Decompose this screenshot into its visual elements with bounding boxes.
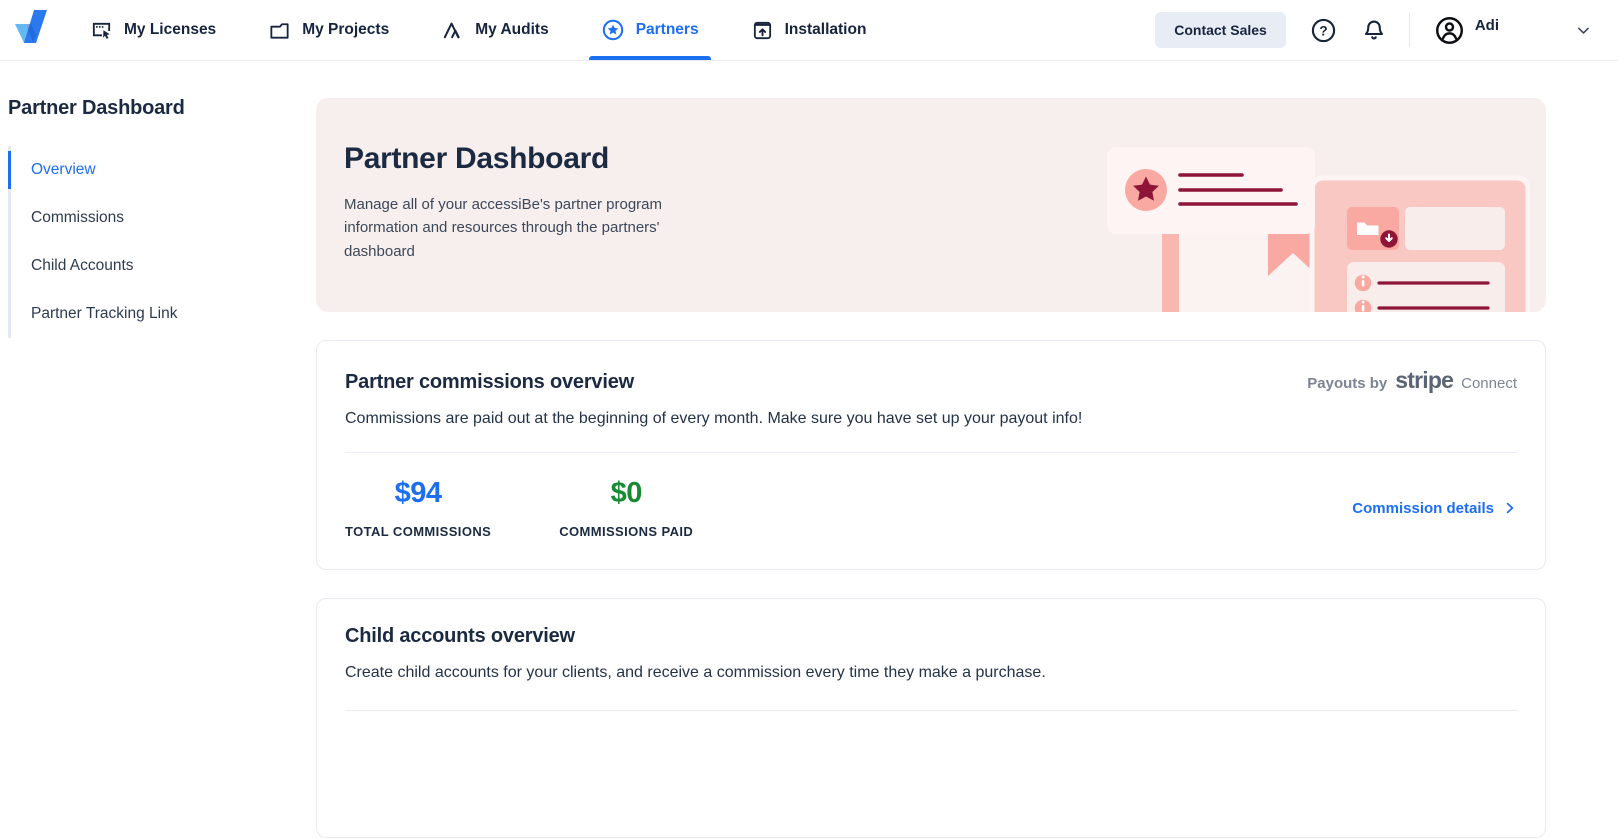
page-title: Partner Dashboard [344, 142, 694, 176]
partner-sidebar: Partner Dashboard Overview Commissions C… [0, 61, 316, 338]
main-content: Partner Dashboard Manage all of your acc… [316, 61, 1546, 838]
commissions-paid-label: COMMISSIONS PAID [559, 524, 693, 539]
nav-my-audits[interactable]: My Audits [437, 0, 552, 60]
help-button[interactable]: ? [1310, 17, 1337, 44]
folder-icon [268, 19, 291, 42]
sidebar-item-partner-tracking-link[interactable]: Partner Tracking Link [11, 290, 316, 338]
card-divider [345, 452, 1517, 453]
notifications-button[interactable] [1361, 17, 1387, 43]
account-chevron[interactable] [1575, 22, 1592, 39]
commission-details-link[interactable]: Commission details [1352, 500, 1517, 517]
nav-label: My Licenses [124, 21, 216, 39]
total-commissions-value: $94 [345, 477, 491, 510]
nav-label: Partners [636, 21, 699, 39]
header-right-cluster: Contact Sales ? Adi [1155, 12, 1618, 48]
accessibe-logo[interactable] [12, 7, 60, 53]
user-avatar-icon [1434, 15, 1465, 46]
page-description: Manage all of your accessiBe's partner p… [344, 193, 694, 263]
contact-sales-button[interactable]: Contact Sales [1155, 12, 1286, 48]
hero-text: Partner Dashboard Manage all of your acc… [344, 142, 694, 263]
commissions-overview-card: Partner commissions overview Payouts by … [316, 340, 1546, 570]
sidebar-nav: Overview Commissions Child Accounts Part… [8, 146, 316, 338]
accessibe-logo-icon [12, 8, 56, 52]
commissions-paid-stat: $0 COMMISSIONS PAID [559, 477, 693, 539]
card-divider [345, 710, 1517, 711]
stripe-payouts-badge: Payouts by stripe Connect [1307, 367, 1517, 394]
total-commissions-label: TOTAL COMMISSIONS [345, 524, 491, 539]
child-accounts-overview-card: Child accounts overview Create child acc… [316, 598, 1546, 838]
nav-my-projects[interactable]: My Projects [264, 0, 393, 60]
user-menu[interactable]: Adi [1434, 15, 1499, 46]
commissions-card-subtitle: Commissions are paid out at the beginnin… [345, 410, 1517, 428]
sidebar-title: Partner Dashboard [8, 97, 316, 120]
commissions-card-title: Partner commissions overview [345, 371, 634, 394]
nav-label: My Projects [302, 21, 389, 39]
user-name: Adi [1475, 17, 1499, 34]
payouts-by-label: Payouts by [1307, 375, 1387, 392]
partner-illustration [1100, 98, 1530, 312]
stripe-wordmark: stripe [1395, 367, 1453, 394]
nav-installation[interactable]: Installation [747, 0, 871, 60]
connect-label: Connect [1461, 375, 1517, 392]
license-window-icon [90, 19, 113, 42]
chevron-down-icon [1575, 22, 1592, 39]
top-navigation-bar: My Licenses My Projects My Audits Partne… [0, 0, 1618, 61]
chevron-right-icon [1503, 501, 1517, 515]
child-accounts-card-subtitle: Create child accounts for your clients, … [345, 664, 1517, 682]
child-accounts-card-title: Child accounts overview [345, 625, 1517, 648]
total-commissions-stat: $94 TOTAL COMMISSIONS [345, 477, 491, 539]
commission-details-label: Commission details [1352, 500, 1494, 517]
nav-label: Installation [785, 21, 867, 39]
nav-my-licenses[interactable]: My Licenses [86, 0, 220, 60]
sidebar-item-child-accounts[interactable]: Child Accounts [11, 242, 316, 290]
commissions-paid-value: $0 [559, 477, 693, 510]
install-box-icon [751, 19, 774, 42]
sidebar-item-commissions[interactable]: Commissions [11, 194, 316, 242]
sidebar-item-overview[interactable]: Overview [11, 146, 316, 194]
star-circle-icon [601, 18, 625, 42]
hero-banner: Partner Dashboard Manage all of your acc… [316, 98, 1546, 312]
nav-partners[interactable]: Partners [597, 0, 703, 60]
commissions-stats-row: $94 TOTAL COMMISSIONS $0 COMMISSIONS PAI… [345, 477, 1517, 539]
svg-text:?: ? [1319, 23, 1327, 38]
commissions-card-header: Partner commissions overview Payouts by … [345, 367, 1517, 394]
bell-icon [1361, 17, 1387, 43]
help-icon: ? [1310, 17, 1337, 44]
audits-peaks-icon [441, 19, 464, 42]
header-divider [1409, 13, 1410, 47]
primary-nav: My Licenses My Projects My Audits Partne… [86, 0, 914, 60]
nav-label: My Audits [475, 21, 548, 39]
